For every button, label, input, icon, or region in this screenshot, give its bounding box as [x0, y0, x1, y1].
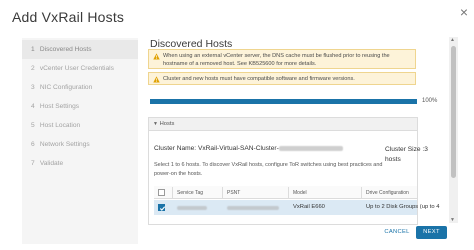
scrollbar[interactable]: ▲ ▼ — [449, 37, 458, 223]
select-all-checkbox[interactable] — [158, 189, 165, 196]
hosts-panel-header[interactable]: ▼ Hosts — [149, 118, 417, 131]
column-psnt[interactable]: PSNT — [227, 190, 240, 196]
row-checkbox[interactable] — [158, 204, 166, 211]
cluster-name: Cluster Name: VxRail-Virtual-SAN-Cluster… — [154, 145, 343, 152]
next-button[interactable]: NEXT — [416, 226, 447, 239]
scroll-thumb[interactable] — [451, 46, 456, 178]
step-network-settings[interactable]: 6 Network Settings — [22, 135, 138, 154]
model-cell: VxRail E660 — [293, 204, 325, 210]
hosts-table-header: Service Tag PSNT Model Drive Configurati… — [154, 186, 417, 199]
step-vcenter-credentials[interactable]: 2 vCenter User Credentials — [22, 59, 138, 78]
table-row[interactable]: VxRail E660 Up to 2 Disk Groups (up to 4 — [154, 200, 439, 215]
progress-fill — [150, 99, 417, 104]
column-model[interactable]: Model — [293, 190, 307, 196]
service-tag-cell — [177, 206, 207, 212]
step-nic-configuration[interactable]: 3 NIC Configuration — [22, 78, 138, 97]
alert-compatibility: Cluster and new hosts must have compatib… — [148, 72, 416, 85]
cancel-button[interactable]: CANCEL — [380, 226, 414, 239]
warning-icon — [153, 53, 160, 60]
scroll-up-icon[interactable]: ▲ — [450, 37, 455, 43]
add-hosts-dialog: Add VxRail Hosts × 1 Discovered Hosts 2 … — [0, 0, 474, 250]
dialog-title: Add VxRail Hosts — [12, 9, 125, 25]
alert-text: Cluster and new hosts must have compatib… — [163, 76, 355, 82]
wizard-steps: 1 Discovered Hosts 2 vCenter User Creden… — [22, 38, 138, 244]
discovery-progress-bar — [150, 99, 417, 104]
cluster-description: Select 1 to 6 hosts. To discover VxRail … — [154, 162, 383, 177]
drive-config-cell: Up to 2 Disk Groups (up to 4 — [366, 204, 440, 210]
hosts-panel: ▼ Hosts Cluster Name: VxRail-Virtual-SAN… — [148, 117, 439, 225]
cluster-size: Cluster Size :3 hosts — [385, 146, 428, 163]
redacted-text — [227, 206, 279, 210]
step-host-settings[interactable]: 4 Host Settings — [22, 97, 138, 116]
chevron-down-icon: ▼ — [153, 121, 158, 127]
checkmark-icon — [159, 206, 166, 211]
redacted-text — [177, 206, 207, 210]
step-host-location[interactable]: 5 Host Location — [22, 116, 138, 135]
column-drive-configuration[interactable]: Drive Configuration — [366, 190, 409, 196]
close-icon[interactable]: × — [460, 4, 468, 20]
progress-label: 100% — [422, 98, 438, 104]
scroll-down-icon[interactable]: ▼ — [450, 217, 455, 223]
step-discovered-hosts[interactable]: 1 Discovered Hosts — [22, 40, 138, 59]
redacted-text — [278, 145, 343, 151]
column-service-tag[interactable]: Service Tag — [177, 190, 203, 196]
alert-dns-cache: When using an external vCenter server, t… — [148, 49, 416, 69]
alert-text: When using an external vCenter server, t… — [163, 53, 390, 67]
psnt-cell — [227, 206, 279, 212]
warning-icon — [153, 76, 160, 83]
step-validate[interactable]: 7 Validate — [22, 154, 138, 173]
